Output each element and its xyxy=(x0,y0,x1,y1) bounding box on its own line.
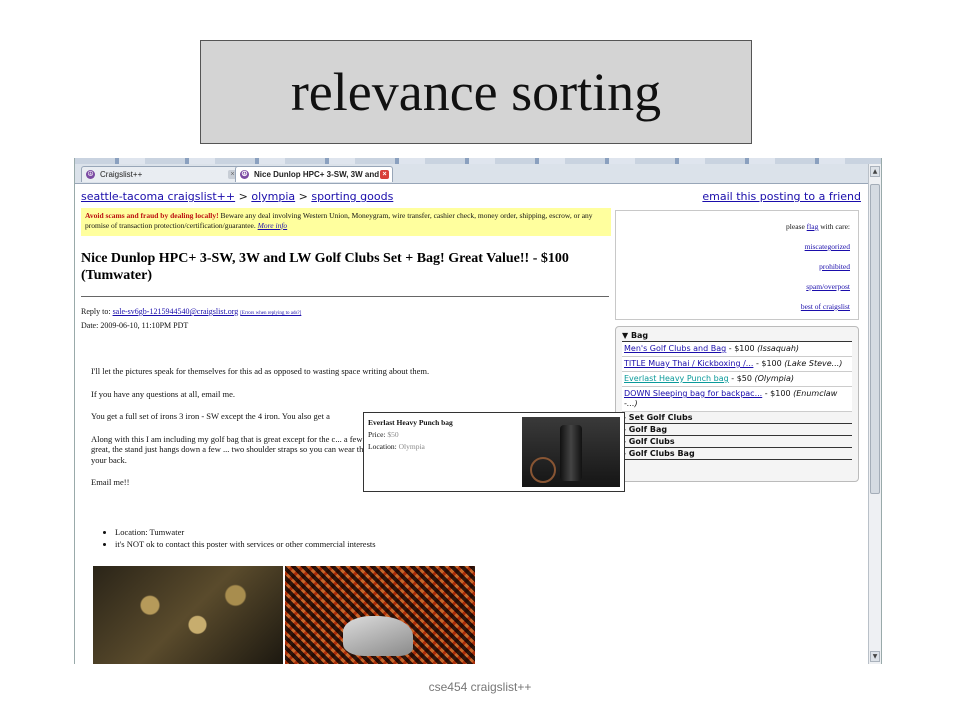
flag-prohibited-link[interactable]: prohibited xyxy=(819,262,850,271)
peace-icon: ☮ xyxy=(240,170,249,179)
popup-price-label: Price: xyxy=(368,430,388,439)
related-results-panel: ▼ Bag Men's Golf Clubs and Bag - $100 (I… xyxy=(615,326,859,482)
breadcrumb: seattle-tacoma craigslist++ > olympia > … xyxy=(81,190,393,203)
tab-label: Craigslist++ xyxy=(100,170,143,179)
reply-email-link[interactable]: sale-sv6gb-1215944540@craigslist.org xyxy=(113,307,239,316)
popup-location: Olympia xyxy=(398,442,425,451)
breadcrumb-separator: > xyxy=(295,190,312,203)
scroll-thumb[interactable] xyxy=(870,184,880,494)
list-item: DOWN Sleeping bag for backpac... - $100 … xyxy=(622,387,852,412)
flag-link[interactable]: flag xyxy=(807,222,819,231)
warning-bold: Avoid scams and fraud by dealing locally… xyxy=(85,211,219,220)
posting-bullets: Location: Tumwater it's NOT ok to contac… xyxy=(103,526,376,550)
category-golf-clubs[interactable]: ▸ Golf Clubs xyxy=(622,437,852,448)
list-item: Men's Golf Clubs and Bag - $100 (Issaqua… xyxy=(622,342,852,357)
tab-label: Nice Dunlop HPC+ 3-SW, 3W and ... xyxy=(254,170,389,179)
breadcrumb-site-link[interactable]: seattle-tacoma craigslist++ xyxy=(81,190,235,203)
flag-box: please flag with care: miscategorized pr… xyxy=(615,210,859,320)
browser-window: ☮ Craigslist++ × ☮ Nice Dunlop HPC+ 3-SW… xyxy=(74,158,882,664)
tab-close-icon[interactable]: × xyxy=(380,170,389,179)
category-set-golf-clubs[interactable]: ▸ Set Golf Clubs xyxy=(622,413,852,424)
result-link[interactable]: TITLE Muay Thai / Kickboxing /... xyxy=(624,359,753,368)
posting-meta: Reply to: sale-sv6gb-1215944540@craigsli… xyxy=(81,306,301,332)
golf-club-head-photo[interactable] xyxy=(285,566,475,664)
result-link[interactable]: Everlast Heavy Punch bag xyxy=(624,374,729,383)
flag-lead-text: please xyxy=(786,222,807,231)
body-paragraph: If you have any questions at all, email … xyxy=(91,388,235,399)
breadcrumb-city-link[interactable]: olympia xyxy=(251,190,295,203)
category-golf-clubs-bag[interactable]: ▸ Golf Clubs Bag xyxy=(622,449,852,460)
popup-price: $50 xyxy=(387,430,399,439)
peace-icon: ☮ xyxy=(86,170,95,179)
posting-page: seattle-tacoma craigslist++ > olympia > … xyxy=(81,184,867,664)
email-posting-link[interactable]: email this posting to a friend xyxy=(702,190,861,203)
list-item: Everlast Heavy Punch bag - $50 (Olympia) xyxy=(622,372,852,387)
vertical-scrollbar[interactable]: ▲ ▼ xyxy=(868,164,881,664)
divider xyxy=(81,296,609,297)
slide-footer: cse454 craigslist++ xyxy=(428,680,532,694)
tab-posting[interactable]: ☮ Nice Dunlop HPC+ 3-SW, 3W and ... × xyxy=(235,166,393,182)
flag-lead: please flag with care: xyxy=(624,217,850,237)
result-link[interactable]: DOWN Sleeping bag for backpac... xyxy=(624,389,762,398)
scroll-down-icon[interactable]: ▼ xyxy=(870,651,880,662)
list-item: TITLE Muay Thai / Kickboxing /... - $100… xyxy=(622,357,852,372)
scroll-up-icon[interactable]: ▲ xyxy=(870,166,880,177)
list-item: it's NOT ok to contact this poster with … xyxy=(115,538,376,550)
reply-errors-link[interactable]: [Errors when replying to ads?] xyxy=(240,311,301,316)
flag-spam-link[interactable]: spam/overpost xyxy=(806,282,850,291)
posting-title: Nice Dunlop HPC+ 3-SW, 3W and LW Golf Cl… xyxy=(81,251,569,283)
category-golf-bag[interactable]: ▸ Golf Bag xyxy=(622,425,852,436)
breadcrumb-category-link[interactable]: sporting goods xyxy=(311,190,393,203)
reply-label: Reply to: xyxy=(81,307,113,316)
slide-title: relevance sorting xyxy=(200,40,752,144)
more-info-link[interactable]: More info xyxy=(258,221,288,230)
result-location: (Issaquah) xyxy=(757,344,800,353)
result-price: - $50 xyxy=(728,374,755,383)
result-location: (Lake Steve...) xyxy=(784,359,843,368)
list-item: Location: Tumwater xyxy=(115,526,376,538)
posting-date: Date: 2009-06-10, 11:10PM PDT xyxy=(81,321,189,330)
tab-craigslist[interactable]: ☮ Craigslist++ × xyxy=(81,166,241,182)
result-price: - $100 xyxy=(753,359,785,368)
related-group-header[interactable]: ▼ Bag xyxy=(622,331,852,342)
golf-clubs-photo[interactable] xyxy=(93,566,283,664)
body-paragraph: I'll let the pictures speak for themselv… xyxy=(91,366,430,376)
scam-warning-banner: Avoid scams and fraud by dealing locally… xyxy=(81,208,611,236)
breadcrumb-separator: > xyxy=(235,190,252,203)
flag-best-of-link[interactable]: best of craigslist xyxy=(801,302,850,311)
punch-bag-photo xyxy=(522,417,620,487)
preview-popup: Everlast Heavy Punch bag Price: $50 Loca… xyxy=(363,412,625,492)
popup-location-label: Location: xyxy=(368,442,399,451)
result-price: - $100 xyxy=(762,389,794,398)
result-link[interactable]: Men's Golf Clubs and Bag xyxy=(624,344,726,353)
tab-bar: ☮ Craigslist++ × ☮ Nice Dunlop HPC+ 3-SW… xyxy=(75,164,881,184)
result-price: - $100 xyxy=(726,344,758,353)
result-location: (Olympia) xyxy=(754,374,795,383)
flag-miscategorized-link[interactable]: miscategorized xyxy=(805,242,850,251)
flag-tail-text: with care: xyxy=(818,222,850,231)
